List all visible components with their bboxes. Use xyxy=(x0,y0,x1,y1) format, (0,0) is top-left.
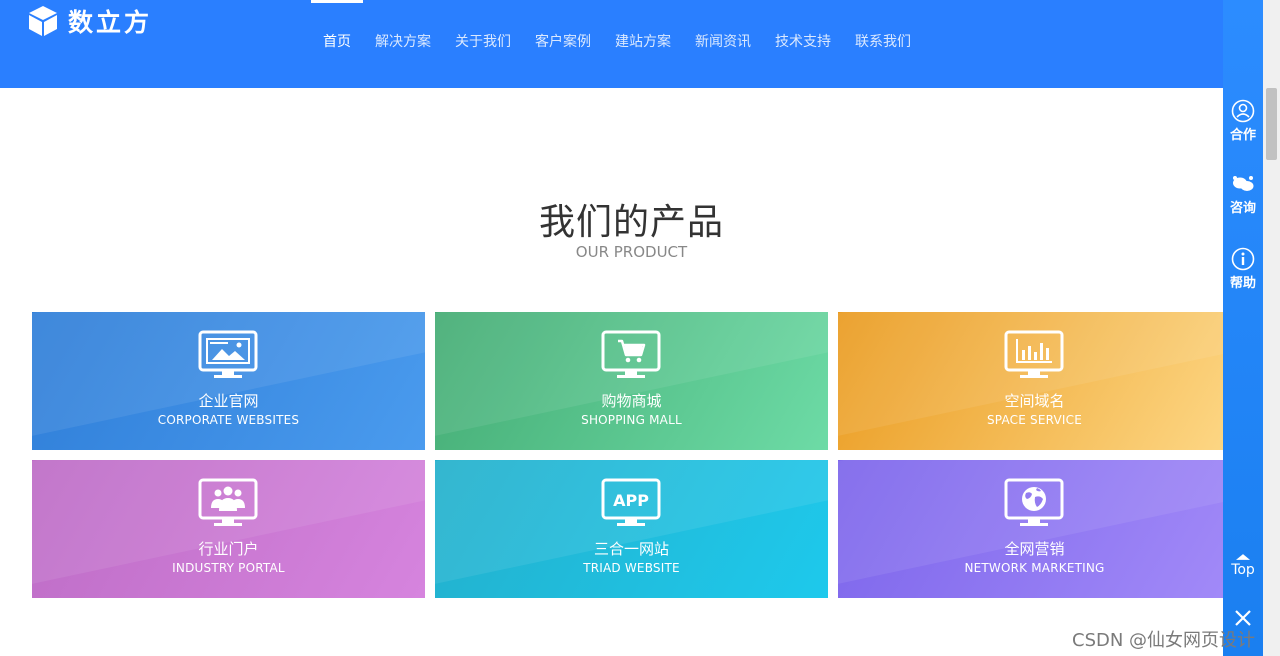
sidebar-item-label: 咨询 xyxy=(1229,201,1256,216)
monitor-image-icon xyxy=(198,330,258,378)
section-title: 我们的产品 xyxy=(538,202,724,243)
section-subtitle: OUR PRODUCT xyxy=(575,243,688,261)
sidebar-item-cooperation[interactable]: 合作 xyxy=(1223,99,1263,143)
product-title: 购物商城 xyxy=(601,392,662,410)
scrollbar-thumb[interactable] xyxy=(1266,88,1277,160)
cube-logo-icon xyxy=(29,6,57,36)
close-icon[interactable] xyxy=(1233,608,1253,628)
product-subtitle: SPACE SERVICE xyxy=(986,413,1083,427)
floating-sidebar: 合作 咨询 帮助 Top xyxy=(1223,0,1263,656)
product-title: 行业门户 xyxy=(198,540,259,558)
product-title: 企业官网 xyxy=(198,392,259,410)
product-subtitle: INDUSTRY PORTAL xyxy=(172,561,285,575)
caret-up-icon xyxy=(1236,554,1250,560)
product-card-network-marketing[interactable]: 全网营销 NETWORK MARKETING xyxy=(838,460,1231,598)
product-card-corporate[interactable]: 企业官网 CORPORATE WEBSITES xyxy=(32,312,425,450)
product-subtitle: NETWORK MARKETING xyxy=(964,561,1105,575)
product-card-triad-website[interactable]: APP 三合一网站 TRIAD WEBSITE xyxy=(435,460,828,598)
app-icon-text: APP xyxy=(613,491,649,510)
logo-text: 数立方 xyxy=(68,8,153,37)
sidebar-item-label: 帮助 xyxy=(1229,276,1256,291)
product-title: 空间域名 xyxy=(1004,392,1065,410)
nav-item-support[interactable]: 技术支持 xyxy=(763,0,843,84)
monitor-users-icon xyxy=(198,478,258,526)
nav-item-about[interactable]: 关于我们 xyxy=(443,0,523,84)
watermark: CSDN @仙女网页设计 xyxy=(1072,630,1256,651)
product-subtitle: TRIAD WEBSITE xyxy=(583,561,680,575)
product-card-shopping-mall[interactable]: 购物商城 SHOPPING MALL xyxy=(435,312,828,450)
monitor-chart-icon xyxy=(1004,330,1064,378)
back-to-top-button[interactable]: Top xyxy=(1223,553,1263,578)
site-header: 数立方 首页 解决方案 关于我们 客户案例 建站方案 新闻资讯 技术支持 联系我… xyxy=(0,0,1223,88)
chat-bubbles-icon xyxy=(1233,176,1254,191)
product-title: 三合一网站 xyxy=(593,540,669,558)
nav-item-contact[interactable]: 联系我们 xyxy=(843,0,923,84)
logo[interactable]: 数立方 xyxy=(26,3,152,39)
sidebar-item-help[interactable]: 帮助 xyxy=(1223,247,1263,291)
page-scrollbar[interactable] xyxy=(1263,0,1280,656)
product-card-industry-portal[interactable]: 行业门户 INDUSTRY PORTAL xyxy=(32,460,425,598)
back-to-top-label: Top xyxy=(1231,562,1255,578)
nav-item-solutions[interactable]: 解决方案 xyxy=(363,0,443,84)
user-circle-icon xyxy=(1231,99,1255,123)
sidebar-item-label: 合作 xyxy=(1229,128,1256,143)
sidebar-item-consult[interactable]: 咨询 xyxy=(1223,172,1263,216)
monitor-cart-icon xyxy=(601,330,661,378)
nav-item-cases[interactable]: 客户案例 xyxy=(523,0,603,84)
nav-item-build-plans[interactable]: 建站方案 xyxy=(603,0,683,84)
monitor-app-icon: APP xyxy=(601,478,661,526)
monitor-globe-icon xyxy=(1004,478,1064,526)
product-subtitle: CORPORATE WEBSITES xyxy=(157,413,300,427)
nav-item-news[interactable]: 新闻资讯 xyxy=(683,0,763,84)
product-card-space-service[interactable]: 空间域名 SPACE SERVICE xyxy=(838,312,1231,450)
product-subtitle: SHOPPING MALL xyxy=(581,413,682,427)
product-title: 全网营销 xyxy=(1004,540,1065,558)
info-circle-icon xyxy=(1231,247,1255,271)
main-nav: 首页 解决方案 关于我们 客户案例 建站方案 新闻资讯 技术支持 联系我们 xyxy=(311,0,923,88)
nav-item-home[interactable]: 首页 xyxy=(311,0,363,84)
